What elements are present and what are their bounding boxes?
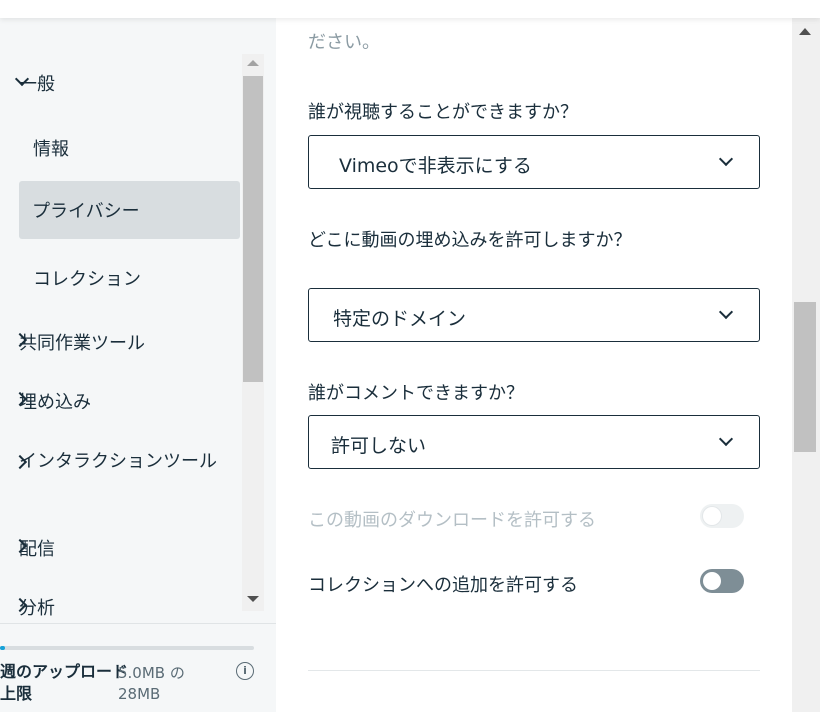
sidebar-item-collections[interactable]: コレクション <box>33 265 141 291</box>
info-icon[interactable]: i <box>236 662 254 680</box>
top-bar <box>0 0 820 18</box>
help-text: ださい。 <box>308 32 380 53</box>
download-toggle[interactable] <box>700 504 744 528</box>
scroll-down-arrow-icon[interactable] <box>247 596 259 602</box>
upload-progress-bar <box>0 646 254 650</box>
comments-select[interactable]: 許可しない <box>308 415 760 469</box>
section-divider <box>308 670 760 671</box>
chevron-down-icon <box>718 304 734 320</box>
upload-progress-fill <box>0 646 6 650</box>
privacy-settings-panel: ださい。 誰が視聴することができますか？ Vimeoで非表示にする どこに動画の… <box>276 0 792 712</box>
who-can-watch-select[interactable]: Vimeoで非表示にする <box>308 135 760 189</box>
scroll-up-arrow-icon[interactable] <box>799 28 811 35</box>
embed-label: どこに動画の埋め込みを許可しますか？ <box>308 230 632 251</box>
upload-limit-value: 5.0MB の 28MB <box>118 664 185 703</box>
sidebar-divider <box>0 623 276 624</box>
sidebar-item-embed[interactable]: 埋め込み <box>12 388 91 414</box>
embed-select[interactable]: 特定のドメイン <box>308 288 760 342</box>
sidebar-item-distribution[interactable]: 配信 <box>12 535 55 561</box>
who-can-watch-label: 誰が視聴することができますか？ <box>308 102 578 123</box>
chevron-down-icon <box>718 431 734 447</box>
sidebar-item-info[interactable]: 情報 <box>33 135 69 161</box>
add-to-collection-toggle-label: コレクションへの追加を許可する <box>308 575 578 596</box>
sidebar-item-general[interactable]: 一般 <box>14 70 55 96</box>
comments-label: 誰がコメントできますか？ <box>308 383 524 404</box>
download-toggle-label: この動画のダウンロードを許可する <box>308 510 596 531</box>
add-to-collection-toggle[interactable] <box>700 569 744 593</box>
sidebar-item-collaboration[interactable]: 共同作業ツール <box>12 329 145 355</box>
sidebar-item-privacy[interactable]: プライバシー <box>19 181 240 239</box>
sidebar-item-analytics[interactable]: 分析 <box>12 594 55 620</box>
page-scrollbar-thumb[interactable] <box>794 302 816 452</box>
sidebar-scrollbar-thumb[interactable] <box>243 76 263 382</box>
chevron-down-icon <box>718 151 734 167</box>
sidebar-item-interaction-tools[interactable]: インタラクションツール <box>12 448 219 475</box>
settings-sidebar: 一般 情報 プライバシー コレクション 共同作業ツール 埋め込み インタラクショ… <box>0 18 276 712</box>
scroll-up-arrow-icon[interactable] <box>247 60 259 66</box>
